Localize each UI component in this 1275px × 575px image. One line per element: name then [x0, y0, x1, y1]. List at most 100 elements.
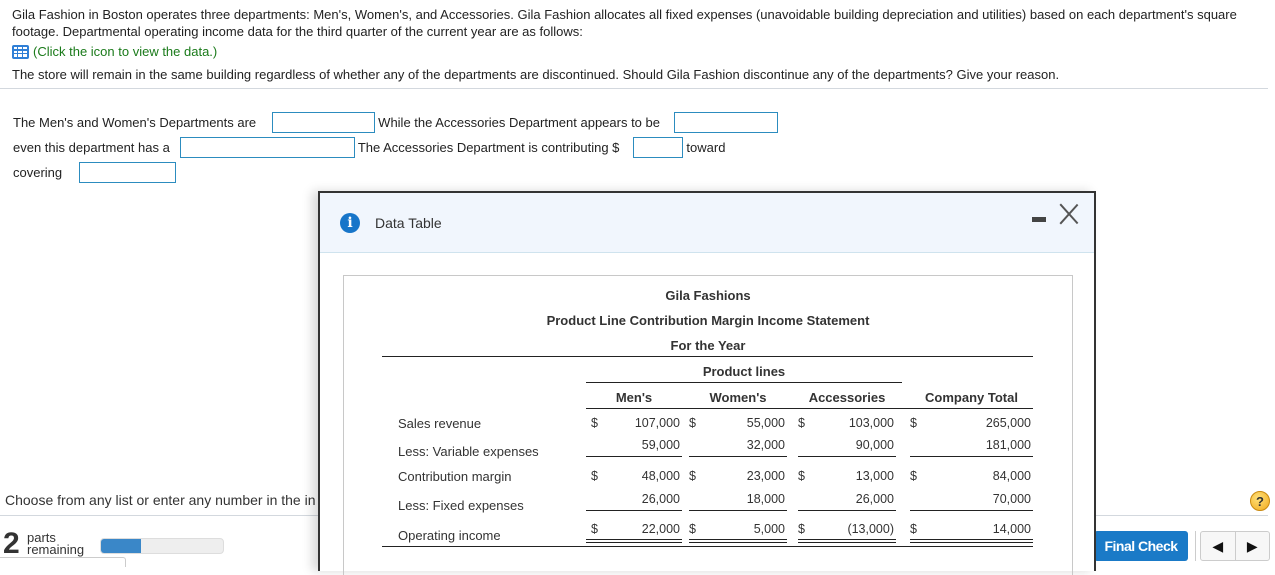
table-cell: 103,000	[848, 416, 894, 430]
table-cell: 90,000	[855, 438, 894, 452]
table-cell: 5,000	[753, 522, 785, 536]
divider	[0, 88, 1268, 89]
subtotal-rule	[689, 456, 787, 457]
table-cell: 18,000	[746, 492, 785, 506]
data-table-dialog: i Data Table Gila Fashions Product Line …	[318, 191, 1096, 575]
view-data-link[interactable]: (Click the icon to view the data.)	[12, 43, 1262, 60]
group-header: Product lines	[702, 364, 786, 379]
row-label: Less: Fixed expenses	[398, 498, 524, 513]
answer-dropdown-3[interactable]	[179, 136, 355, 158]
parts-label-line-2: remaining	[27, 542, 85, 557]
subtotal-rule	[586, 510, 682, 511]
column-header-mens: Men's	[615, 390, 653, 405]
row-label: Sales revenue	[398, 416, 482, 431]
table-cell: 23,000	[746, 469, 785, 483]
problem-intro: Gila Fashion in Boston operates three de…	[12, 7, 1237, 39]
table-cell: 14,000	[992, 522, 1031, 536]
total-double-rule	[798, 539, 896, 543]
dollar-sign: $	[798, 469, 805, 483]
dollar-sign: $	[591, 522, 598, 536]
answer-text: toward	[686, 139, 726, 155]
answer-text: While the Accessories Department appears…	[378, 114, 660, 130]
column-header-womens: Women's	[709, 390, 767, 405]
subtotal-rule	[798, 456, 896, 457]
statement-period: For the Year	[670, 338, 746, 353]
table-cell: 26,000	[855, 492, 894, 506]
table-cell: 107,000	[634, 416, 680, 430]
question-navigation: ◀ ▶	[1200, 531, 1270, 561]
table-cell: 32,000	[746, 438, 785, 452]
column-header-company-total: Company Total	[925, 390, 1018, 405]
question-text: The store will remain in the same buildi…	[12, 67, 1060, 82]
dollar-sign: $	[689, 416, 696, 430]
contribution-amount-input[interactable]	[633, 136, 684, 158]
table-cell: 70,000	[992, 492, 1031, 506]
total-double-rule	[586, 539, 682, 543]
answer-dropdown-2[interactable]	[673, 111, 778, 133]
answer-text: covering	[13, 164, 63, 180]
table-cell: 84,000	[992, 469, 1031, 483]
dollar-sign: $	[689, 522, 696, 536]
table-cell: 55,000	[746, 416, 785, 430]
row-label: Operating income	[398, 528, 501, 543]
next-arrow-icon[interactable]: ▶	[1234, 532, 1270, 560]
dollar-sign: $	[591, 469, 598, 483]
problem-statement: Gila Fashion in Boston operates three de…	[12, 6, 1262, 83]
table-cell: 22,000	[641, 522, 680, 536]
dollar-sign: $	[798, 522, 805, 536]
dollar-sign: $	[689, 469, 696, 483]
help-button[interactable]: ?	[1250, 491, 1270, 511]
dollar-sign: $	[798, 416, 805, 430]
column-header-accessories: Accessories	[808, 390, 886, 405]
dollar-sign: $	[910, 522, 917, 536]
statement-company: Gila Fashions	[665, 288, 751, 303]
parts-remaining-count: 2	[3, 527, 20, 560]
total-double-rule	[910, 539, 1033, 543]
answer-text: The Accessories Department is contributi…	[357, 139, 620, 155]
income-statement-table: Gila Fashions Product Line Contribution …	[343, 275, 1073, 575]
statement-title: Product Line Contribution Margin Income …	[546, 313, 870, 328]
table-cell: 265,000	[985, 416, 1031, 430]
table-cell: 48,000	[641, 469, 680, 483]
subtotal-rule	[910, 510, 1033, 511]
rule	[382, 546, 1033, 547]
parts-remaining-label: parts remaining	[27, 531, 85, 557]
dollar-sign: $	[591, 416, 598, 430]
subtotal-rule	[910, 456, 1033, 457]
total-double-rule	[689, 539, 787, 543]
close-icon[interactable]	[1058, 203, 1080, 225]
rule	[586, 382, 902, 383]
dialog-title: Data Table	[375, 214, 442, 231]
progress-bar	[100, 538, 224, 554]
table-grid-icon[interactable]	[12, 44, 29, 59]
answer-dropdown-1[interactable]	[272, 111, 376, 133]
dollar-sign: $	[910, 416, 917, 430]
answer-text: even this department has a	[13, 139, 170, 155]
rule	[382, 356, 1033, 357]
rule	[586, 408, 1033, 409]
answer-text: The Men's and Women's Departments are	[13, 114, 257, 130]
answer-line-3: covering	[13, 161, 177, 183]
table-cell: 59,000	[641, 438, 680, 452]
answer-line-1: The Men's and Women's Departments are Wh…	[13, 111, 778, 133]
previous-arrow-icon[interactable]: ◀	[1201, 532, 1235, 560]
progress-bar-fill	[101, 539, 142, 553]
divider	[1195, 531, 1196, 561]
table-cell: 26,000	[641, 492, 680, 506]
instruction-text: Choose from any list or enter any number…	[5, 492, 316, 508]
dollar-sign: $	[910, 469, 917, 483]
dialog-header: i Data Table	[320, 193, 1094, 253]
final-check-button[interactable]: Final Check	[1094, 531, 1188, 561]
table-cell: 13,000	[855, 469, 894, 483]
answer-dropdown-4[interactable]	[79, 161, 177, 183]
subtotal-rule	[586, 456, 682, 457]
subtotal-rule	[689, 510, 787, 511]
row-label: Contribution margin	[398, 469, 512, 484]
subtotal-rule	[798, 510, 896, 511]
view-data-link-text[interactable]: (Click the icon to view the data.)	[33, 43, 217, 60]
table-cell: 181,000	[985, 438, 1031, 452]
table-cell: (13,000)	[847, 522, 894, 536]
minimize-icon[interactable]	[1032, 217, 1046, 222]
row-label: Less: Variable expenses	[398, 444, 539, 459]
info-icon: i	[340, 212, 360, 233]
